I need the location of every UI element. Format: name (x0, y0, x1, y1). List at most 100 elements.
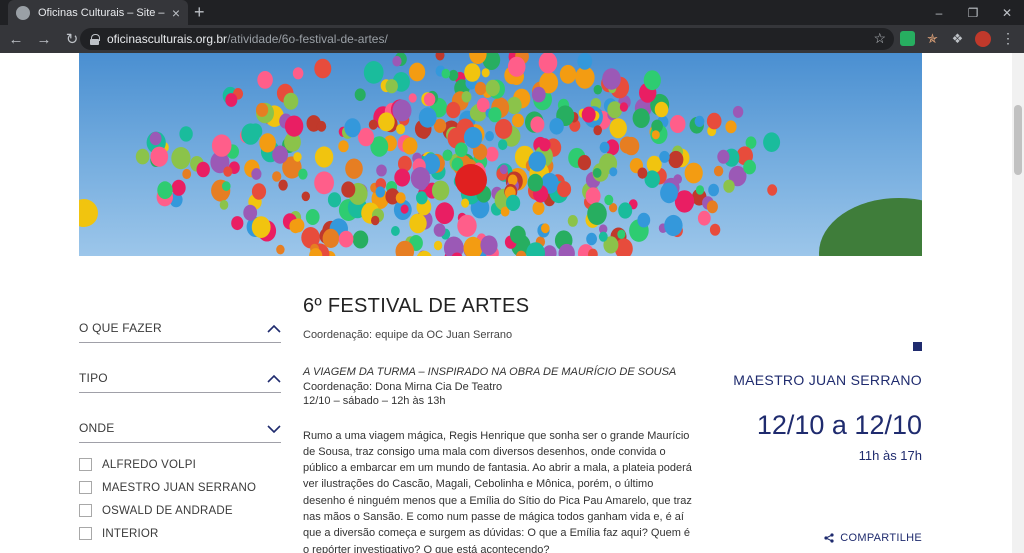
balloon (416, 250, 432, 256)
balloon (528, 151, 546, 172)
filter-label: TIPO (79, 371, 108, 385)
balloon (352, 230, 369, 249)
option-interior[interactable]: INTERIOR (79, 522, 281, 545)
balloon (150, 146, 169, 167)
chevron-up-icon[interactable] (267, 324, 281, 333)
balloon (763, 132, 781, 152)
balloon (481, 68, 490, 78)
balloon (587, 202, 607, 225)
address-bar[interactable]: oficinasculturais.org.br/atividade/6o-fe… (80, 28, 894, 50)
balloon (743, 159, 756, 175)
balloon (709, 223, 721, 236)
balloon (694, 115, 705, 127)
option-oswald-de-andrade[interactable]: OSWALD DE ANDRADE (79, 499, 281, 522)
balloon (619, 102, 629, 112)
balloon (602, 68, 621, 90)
option-alfredo-volpi[interactable]: ALFREDO VOLPI (79, 453, 281, 476)
lock-icon[interactable] (90, 33, 100, 45)
close-window-button[interactable]: ✕ (990, 0, 1024, 25)
checkbox[interactable] (79, 504, 92, 517)
balloon (278, 179, 288, 191)
browser-toolbar: ← → ↻ oficinasculturais.org.br/atividade… (0, 25, 1024, 53)
minimize-button[interactable]: – (922, 0, 956, 25)
balloon (637, 212, 651, 228)
balloon (314, 58, 332, 79)
balloon (301, 191, 310, 202)
balloon (149, 131, 162, 146)
page-scrollbar[interactable] (1012, 53, 1024, 553)
balloon (446, 101, 461, 119)
activity-coordination: Coordenação: Dona Mirna Cia De Teatro (303, 380, 503, 393)
checkbox[interactable] (79, 458, 92, 471)
window-controls: – ❐ ✕ (922, 0, 1024, 25)
checkbox[interactable] (79, 481, 92, 494)
balloon (392, 55, 402, 67)
balloon (660, 182, 678, 204)
option-maestro-juan-serrano[interactable]: MAESTRO JUAN SERRANO (79, 476, 281, 499)
balloon (368, 119, 378, 130)
checkbox[interactable] (79, 527, 92, 540)
balloon (507, 56, 526, 77)
balloon (443, 236, 464, 256)
balloon (488, 107, 502, 123)
balloon (394, 168, 411, 187)
menu-dots-icon[interactable]: ⋮ (1001, 30, 1015, 47)
balloon (717, 149, 730, 164)
balloon (358, 127, 374, 147)
pen-extension-icon[interactable]: ✯ (925, 31, 940, 46)
balloon (272, 171, 282, 182)
activity-title: A VIAGEM DA TURMA – INSPIRADO NA OBRA DE… (303, 366, 677, 378)
balloon (725, 120, 737, 134)
option-label: MAESTRO JUAN SERRANO (102, 481, 257, 494)
close-tab-icon[interactable]: × (172, 6, 180, 20)
browser-tab-bar: Oficinas Culturais – Site – 6º FEST × + … (0, 0, 1024, 25)
balloon (767, 184, 778, 196)
balloon (664, 214, 683, 237)
balloon (577, 53, 593, 70)
balloon (498, 139, 508, 151)
filter-label: ONDE (79, 421, 115, 435)
balloon (410, 167, 431, 190)
balloon (292, 218, 305, 233)
restore-button[interactable]: ❐ (956, 0, 990, 25)
chevron-down-icon[interactable] (267, 424, 281, 433)
balloon (586, 232, 597, 246)
balloon (538, 53, 558, 74)
forward-icon[interactable]: → (32, 27, 56, 51)
balloon (338, 140, 349, 153)
url-path: /atividade/6o-festival-de-artes/ (227, 32, 388, 46)
balloon (378, 112, 395, 132)
balloon (461, 91, 472, 103)
profile-avatar[interactable] (975, 30, 991, 47)
share-label: COMPARTILHE (840, 532, 922, 544)
filter-onde[interactable]: ONDE (79, 408, 281, 443)
new-tab-button[interactable]: + (194, 3, 205, 21)
shield-extension-icon[interactable] (900, 31, 915, 46)
balloon (243, 204, 258, 221)
scrollbar-thumb[interactable] (1014, 105, 1022, 175)
chevron-up-icon[interactable] (267, 374, 281, 383)
balloon (345, 158, 363, 179)
filter-o-que-fazer[interactable]: O QUE FAZER (79, 308, 281, 343)
balloon (669, 115, 686, 133)
back-icon[interactable]: ← (4, 27, 28, 51)
puzzle-icon[interactable]: ❖ (950, 31, 965, 46)
filter-tipo[interactable]: TIPO (79, 358, 281, 393)
bookmark-star-icon[interactable]: ☆ (873, 30, 886, 47)
activity-info: A VIAGEM DA TURMA – INSPIRADO NA OBRA DE… (303, 365, 703, 409)
venue-name: MAESTRO JUAN SERRANO (733, 372, 922, 388)
activity-schedule: 12/10 – sábado – 12h às 13h (303, 395, 446, 407)
balloon (442, 149, 453, 161)
balloon (293, 152, 302, 162)
balloon (607, 101, 623, 119)
balloon (618, 202, 633, 219)
balloon (433, 223, 446, 237)
balloon (494, 118, 513, 139)
balloon (567, 215, 578, 227)
share-button[interactable]: COMPARTILHE (824, 532, 922, 544)
balloon (338, 230, 354, 248)
balloon (283, 92, 299, 110)
balloon (593, 125, 602, 136)
browser-tab[interactable]: Oficinas Culturais – Site – 6º FEST × (8, 0, 188, 25)
balloon (219, 200, 229, 210)
